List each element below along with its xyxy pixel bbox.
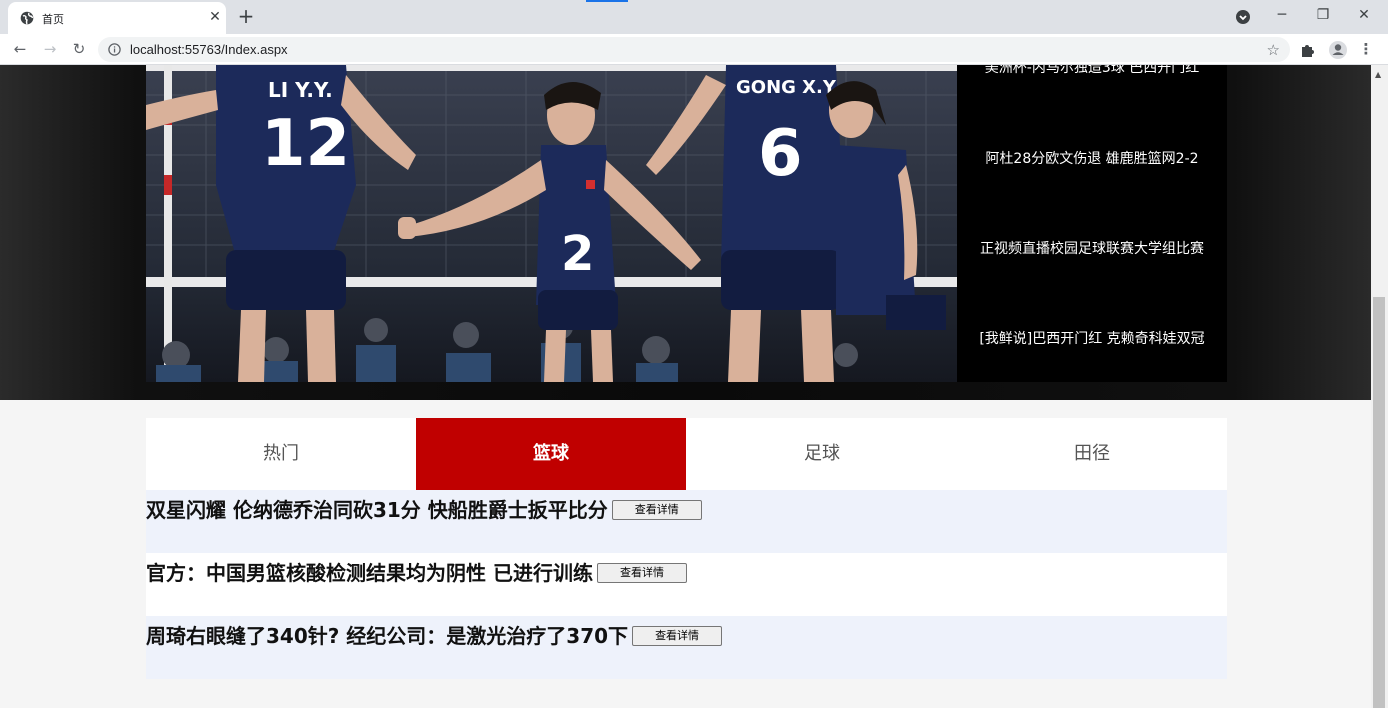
tab-hot[interactable]: 热门 (146, 418, 416, 490)
globe-icon (20, 11, 34, 25)
extensions-puzzle-icon[interactable] (1297, 39, 1319, 61)
new-tab-icon[interactable]: + (235, 5, 257, 27)
ticker-item[interactable]: 美洲杯-内马尔独造3球 巴西开门红 (957, 65, 1227, 77)
tab-strip-indicator (586, 0, 628, 2)
jersey-number-12: 12 (261, 107, 350, 181)
jersey-name-right: GONG X.Y. (736, 77, 840, 98)
restore-window-icon[interactable]: ❐ (1312, 5, 1334, 25)
jersey-number-2: 2 (561, 226, 594, 282)
view-details-button[interactable]: 查看详情 (611, 499, 702, 520)
tab-basketball[interactable]: 篮球 (416, 418, 686, 490)
browser-tab[interactable]: 首页 ✕ (8, 2, 226, 34)
browser-menu-icon[interactable]: ⋮ (1356, 39, 1376, 59)
bookmark-star-icon[interactable]: ☆ (1267, 41, 1280, 59)
carousel-slide-image[interactable]: LI Y.Y. 12 2 GONG X.Y. 6 (146, 65, 957, 382)
article-headline[interactable]: 官方：中国男篮核酸检测结果均为阴性 已进行训练 (146, 561, 593, 585)
close-window-icon[interactable]: ✕ (1353, 5, 1375, 25)
close-tab-icon[interactable]: ✕ (206, 8, 224, 26)
tab-football[interactable]: 足球 (687, 418, 957, 490)
browser-tab-strip: 首页 ✕ + ─ ❐ ✕ (0, 0, 1388, 34)
article-headline-wrap: 官方：中国男篮核酸检测结果均为阴性 已进行训练 查看详情 (146, 557, 687, 586)
view-details-button[interactable]: 查看详情 (632, 625, 723, 646)
ticker-item[interactable]: [我鲜说]巴西开门红 克赖奇科娃双冠 (957, 328, 1227, 348)
headline-ticker: 美洲杯-内马尔独造3球 巴西开门红 阿杜28分欧文伤退 雄鹿胜篮网2-2 正视频… (957, 65, 1227, 382)
profile-avatar-icon[interactable] (1327, 39, 1349, 61)
url-text: localhost:55763/Index.aspx (130, 42, 288, 57)
category-tabs: 热门 篮球 足球 田径 (146, 418, 1227, 490)
browser-toolbar: ← → ↻ localhost:55763/Index.aspx ☆ ⋮ (0, 34, 1388, 65)
tab-search-icon[interactable] (1235, 9, 1251, 25)
article-list: 双星闪耀 伦纳德乔治同砍31分 快船胜爵士扳平比分 查看详情 官方：中国男篮核酸检… (146, 490, 1227, 679)
article-row: 官方：中国男篮核酸检测结果均为阴性 已进行训练 查看详情 (146, 553, 1227, 616)
page-scrollbar[interactable]: ▲ (1371, 65, 1388, 708)
article-row: 双星闪耀 伦纳德乔治同砍31分 快船胜爵士扳平比分 查看详情 (146, 490, 1227, 553)
forward-arrow-icon[interactable]: → (40, 39, 60, 59)
browser-tab-title: 首页 (42, 13, 64, 26)
article-row: 周琦右眼缝了340针? 经纪公司：是激光治疗了370下 查看详情 (146, 616, 1227, 679)
article-headline-wrap: 周琦右眼缝了340针? 经纪公司：是激光治疗了370下 查看详情 (146, 620, 723, 649)
volleyball-photo: LI Y.Y. 12 2 GONG X.Y. 6 (146, 65, 957, 382)
ticker-item[interactable]: 阿杜28分欧文伤退 雄鹿胜篮网2-2 (957, 148, 1227, 168)
jersey-number-6: 6 (758, 117, 803, 191)
jersey-name-left: LI Y.Y. (268, 78, 333, 102)
article-headline[interactable]: 双星闪耀 伦纳德乔治同砍31分 快船胜爵士扳平比分 (146, 498, 608, 522)
page-viewport: LI Y.Y. 12 2 GONG X.Y. 6 美洲杯-内马尔独造3球 巴西开… (0, 65, 1371, 708)
reload-icon[interactable]: ↻ (69, 39, 89, 59)
scroll-up-arrow-icon[interactable]: ▲ (1375, 70, 1381, 79)
back-arrow-icon[interactable]: ← (10, 39, 30, 59)
address-bar[interactable]: localhost:55763/Index.aspx ☆ (98, 37, 1290, 62)
ticker-item[interactable]: 正视频直播校园足球联赛大学组比赛 (957, 238, 1227, 258)
tab-athletics[interactable]: 田径 (957, 418, 1227, 490)
site-info-icon[interactable] (108, 43, 121, 56)
article-headline[interactable]: 周琦右眼缝了340针? 经纪公司：是激光治疗了370下 (146, 624, 628, 648)
minimize-window-icon[interactable]: ─ (1271, 5, 1293, 25)
scrollbar-thumb[interactable] (1373, 297, 1385, 708)
view-details-button[interactable]: 查看详情 (596, 562, 687, 583)
article-headline-wrap: 双星闪耀 伦纳德乔治同砍31分 快船胜爵士扳平比分 查看详情 (146, 494, 702, 523)
hero-banner: LI Y.Y. 12 2 GONG X.Y. 6 美洲杯-内马尔独造3球 巴西开… (0, 65, 1371, 400)
